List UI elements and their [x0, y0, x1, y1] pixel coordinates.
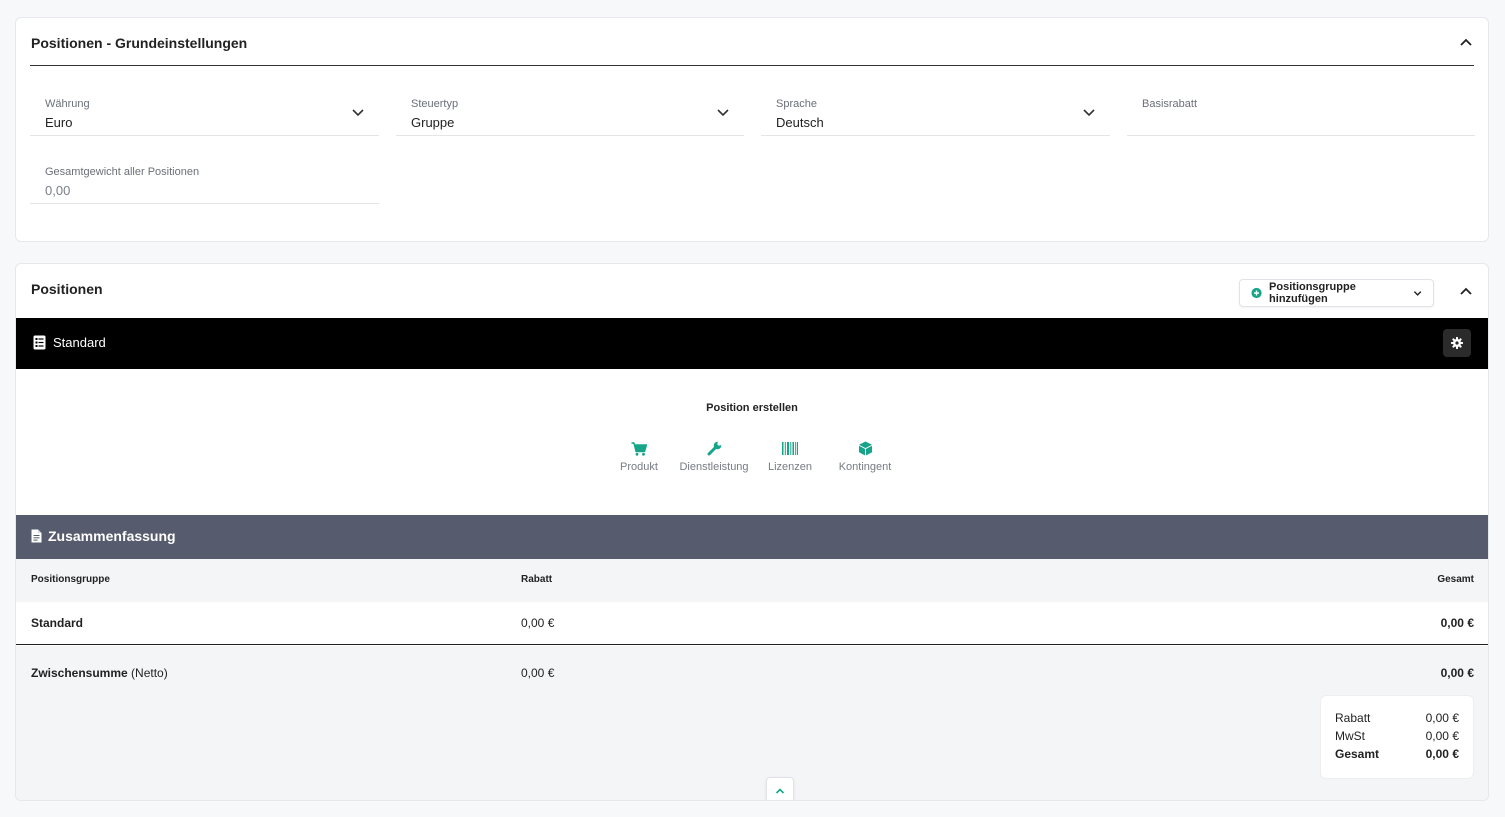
basic-settings-card: Positionen - Grundeinstellungen Währung … — [15, 17, 1489, 242]
summary-title: Zusammenfassung — [48, 528, 176, 544]
position-group-name: Standard — [53, 335, 106, 350]
create-contingent-button[interactable]: Kontingent — [829, 440, 901, 473]
tax-type-value: Gruppe — [411, 115, 455, 130]
totals-discount-label: Rabatt — [1335, 711, 1371, 725]
currency-value: Euro — [45, 115, 73, 130]
create-product-label: Produkt — [620, 461, 658, 473]
create-licenses-label: Lizenzen — [767, 461, 813, 473]
chevron-up-icon — [1460, 287, 1472, 295]
totals-vat-value: 0,00 € — [1425, 729, 1459, 743]
wrench-icon — [707, 441, 721, 456]
base-discount-field[interactable]: Basisrabatt — [1127, 84, 1475, 136]
group-settings-button[interactable] — [1443, 329, 1471, 357]
total-weight-field[interactable]: Gesamtgewicht aller Positionen 0,00 — [30, 152, 379, 204]
cart-icon — [631, 441, 647, 456]
base-discount-label: Basisrabatt — [1142, 98, 1198, 110]
add-position-group-label: Positionsgruppe hinzufügen — [1269, 281, 1356, 305]
totals-total-value: 0,00 € — [1425, 747, 1459, 761]
subtotal-suffix: (Netto) — [131, 666, 168, 680]
totals-total-label: Gesamt — [1335, 747, 1380, 761]
language-value: Deutsch — [776, 115, 824, 130]
document-icon — [31, 529, 42, 543]
language-select[interactable]: Sprache Deutsch — [761, 84, 1110, 136]
list-icon — [33, 335, 46, 350]
positions-title: Positionen — [31, 281, 103, 297]
create-position-title: Position erstellen — [706, 402, 798, 414]
basic-settings-title: Positionen - Grundeinstellungen — [31, 35, 248, 51]
chevron-up-icon — [775, 788, 785, 794]
create-service-label: Dienstleistung — [679, 461, 749, 473]
totals-box: Rabatt 0,00 € MwSt 0,00 € Gesamt 0,00 € — [1320, 695, 1474, 779]
create-product-button[interactable]: Produkt — [603, 440, 675, 473]
row-discount: 0,00 € — [521, 616, 555, 630]
barcode-icon — [782, 442, 798, 455]
totals-discount-value: 0,00 € — [1425, 711, 1459, 725]
scroll-to-top-button[interactable] — [766, 777, 794, 800]
subtotal-discount: 0,00 € — [521, 666, 555, 680]
title-divider — [30, 65, 1474, 66]
column-header-discount: Rabatt — [521, 574, 553, 585]
create-licenses-button[interactable]: Lizenzen — [754, 440, 826, 473]
row-total: 0,00 € — [1440, 616, 1474, 630]
currency-select[interactable]: Währung Euro — [30, 84, 379, 136]
gear-icon — [1451, 337, 1463, 349]
tax-type-select[interactable]: Steuertyp Gruppe — [396, 84, 744, 136]
column-header-total: Gesamt — [1437, 574, 1474, 585]
chevron-down-icon — [1083, 109, 1095, 117]
positions-card: Positionen Positionsgruppe hinzufügen St… — [15, 263, 1489, 801]
chevron-down-icon — [352, 109, 364, 117]
collapse-basic-settings-button[interactable] — [1456, 32, 1476, 52]
summary-table-header: Positionsgruppe Rabatt Gesamt — [16, 559, 1488, 602]
chevron-down-icon — [717, 109, 729, 117]
subtotal-label: Zwischensumme — [31, 666, 128, 680]
create-service-button[interactable]: Dienstleistung — [678, 440, 750, 473]
tax-type-label: Steuertyp — [411, 98, 459, 110]
subtotal-total: 0,00 € — [1440, 666, 1474, 680]
chevron-up-icon — [1460, 38, 1472, 46]
add-position-group-button[interactable]: Positionsgruppe hinzufügen — [1239, 279, 1434, 307]
row-group-name: Standard — [31, 616, 84, 630]
chevron-down-icon — [1413, 291, 1422, 296]
plus-circle-icon — [1251, 287, 1262, 299]
total-weight-value: 0,00 — [45, 183, 71, 198]
totals-vat-label: MwSt — [1335, 729, 1365, 743]
table-row: Standard 0,00 € 0,00 € — [16, 602, 1488, 645]
column-header-group: Positionsgruppe — [31, 574, 110, 585]
collapse-positions-button[interactable] — [1456, 281, 1476, 301]
currency-label: Währung — [45, 98, 90, 110]
create-contingent-label: Kontingent — [838, 461, 892, 473]
total-weight-label: Gesamtgewicht aller Positionen — [45, 166, 200, 178]
subtotal-label-wrap: Zwischensumme (Netto) — [31, 666, 168, 680]
summary-header: Zusammenfassung — [16, 515, 1488, 559]
subtotal-section: Zwischensumme (Netto) 0,00 € 0,00 € — [16, 646, 1488, 800]
box-icon — [858, 441, 872, 456]
position-group-header: Standard — [16, 318, 1488, 369]
language-label: Sprache — [776, 98, 817, 110]
